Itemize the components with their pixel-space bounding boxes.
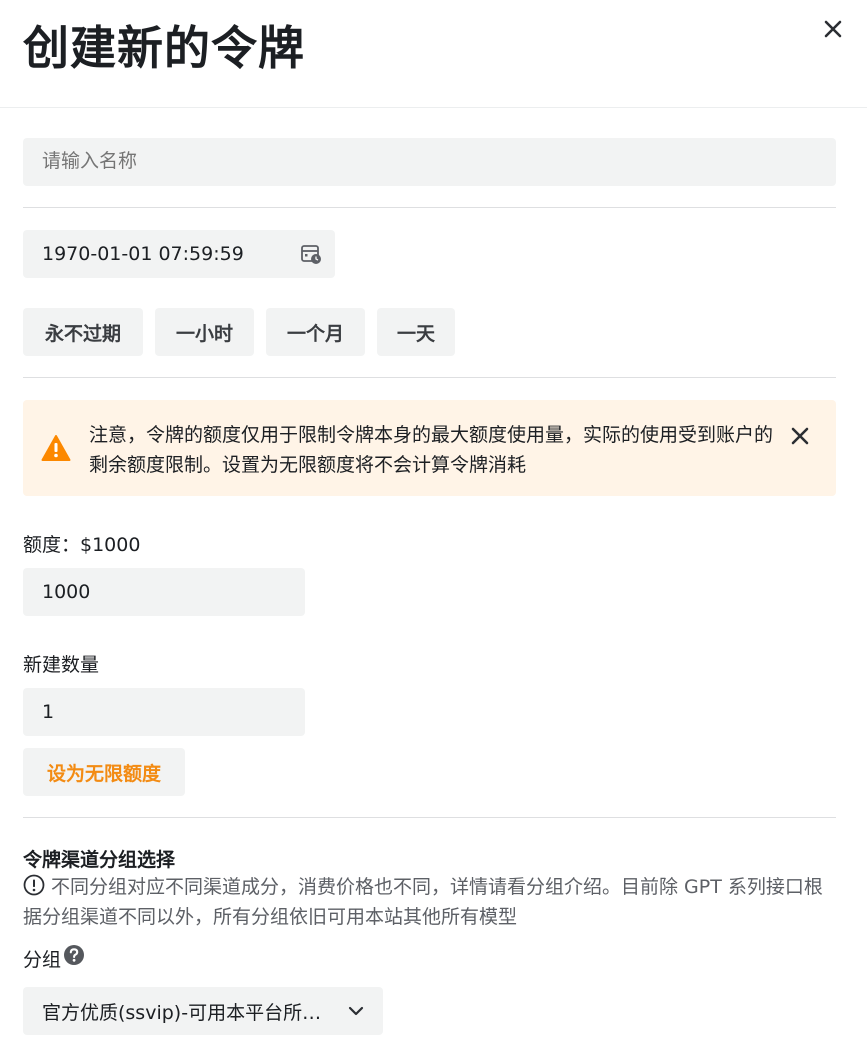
- create-token-dialog: 创建新的令牌 1970-01-01 07:59:59 永不过期 一小时 一个月 …: [0, 0, 867, 1043]
- token-name-input[interactable]: [23, 138, 836, 186]
- group-select-value: 官方优质(ssvip)-可用本平台所有模型: [42, 1001, 338, 1024]
- dialog-title: 创建新的令牌: [23, 21, 305, 75]
- chevron-down-icon: [348, 1006, 364, 1016]
- close-icon: [824, 20, 842, 38]
- close-icon[interactable]: [788, 424, 812, 448]
- group-help-text: 不同分组对应不同渠道成分，消费价格也不同，详情请看分组介绍。目前除 GPT 系列…: [23, 872, 823, 932]
- expiry-date-picker[interactable]: 1970-01-01 07:59:59: [23, 230, 335, 278]
- dialog-header: 创建新的令牌: [0, 0, 867, 108]
- group-help-content: 不同分组对应不同渠道成分，消费价格也不同，详情请看分组介绍。目前除 GPT 系列…: [23, 876, 823, 928]
- quota-notice-banner: 注意，令牌的额度仅用于限制令牌本身的最大额度使用量，实际的使用受到账户的剩余额度…: [23, 400, 836, 496]
- one-hour-button[interactable]: 一小时: [155, 308, 254, 356]
- group-select[interactable]: 官方优质(ssvip)-可用本平台所有模型: [23, 987, 383, 1035]
- group-section-title: 令牌渠道分组选择: [23, 849, 176, 871]
- notice-text: 注意，令牌的额度仅用于限制令牌本身的最大额度使用量，实际的使用受到账户的剩余额度…: [89, 424, 774, 476]
- group-label: 分组: [23, 949, 62, 971]
- quota-label: 额度：$1000: [23, 534, 141, 556]
- one-day-button[interactable]: 一天: [377, 308, 455, 356]
- divider: [23, 817, 836, 818]
- divider: [23, 377, 836, 378]
- count-label: 新建数量: [23, 654, 100, 676]
- never-expire-button[interactable]: 永不过期: [23, 308, 143, 356]
- set-unlimited-button[interactable]: 设为无限额度: [23, 748, 185, 796]
- divider: [23, 207, 836, 208]
- one-month-button[interactable]: 一个月: [266, 308, 365, 356]
- help-question-icon[interactable]: [63, 944, 85, 966]
- expiry-date-value: 1970-01-01 07:59:59: [42, 243, 244, 265]
- info-icon: [23, 874, 45, 896]
- group-label-row: 分组: [23, 944, 85, 972]
- count-input-value: 1: [42, 701, 55, 723]
- warning-icon: [41, 435, 71, 461]
- quota-input-value: 1000: [42, 581, 91, 603]
- close-button[interactable]: [818, 14, 848, 44]
- calendar-clock-icon: [301, 245, 321, 264]
- quota-input[interactable]: 1000: [23, 568, 305, 616]
- count-input[interactable]: 1: [23, 688, 305, 736]
